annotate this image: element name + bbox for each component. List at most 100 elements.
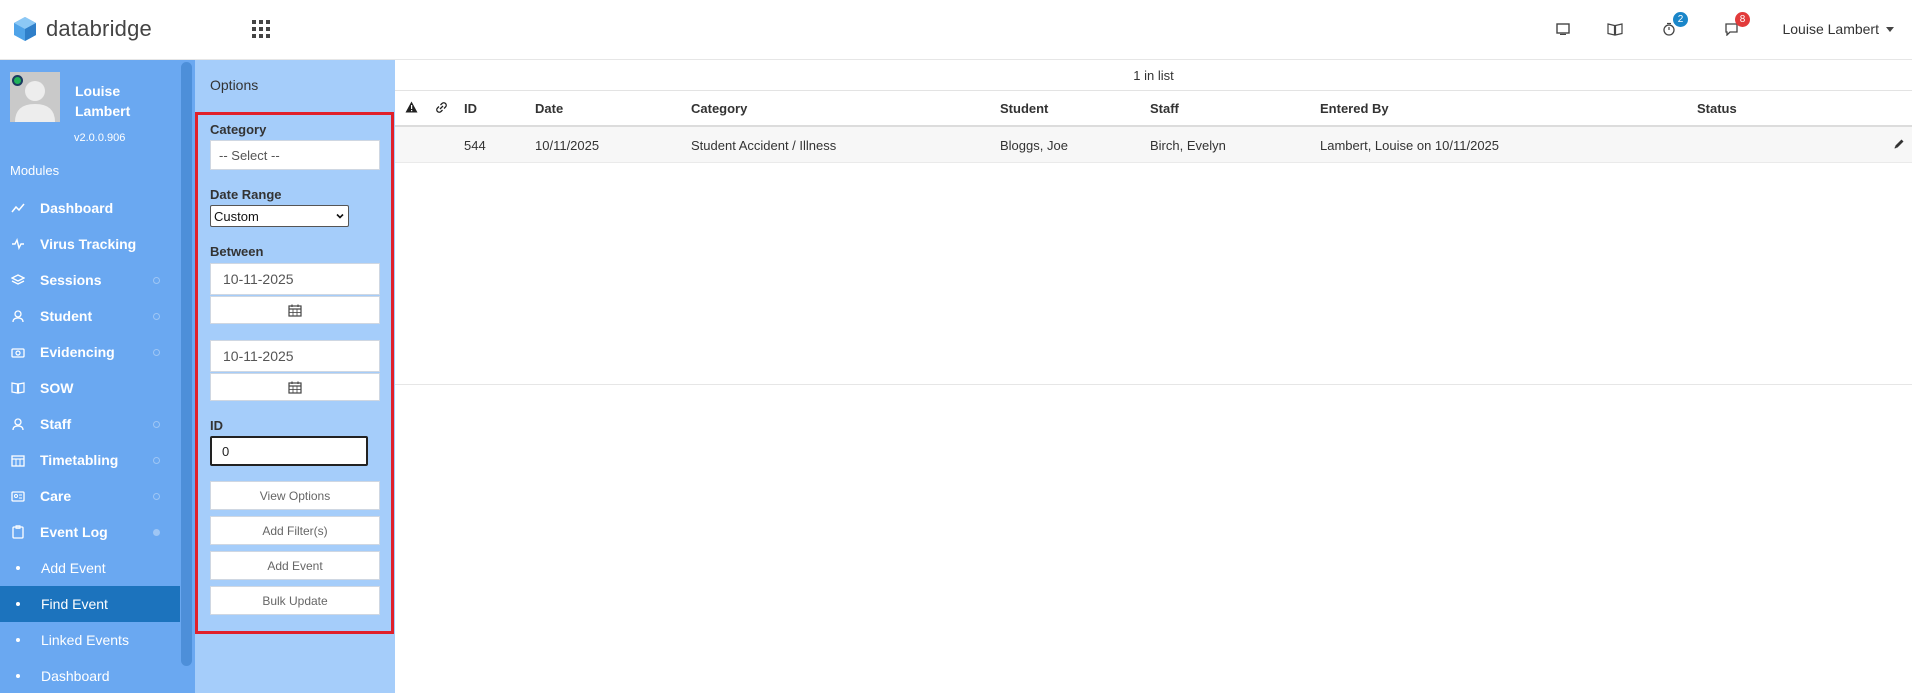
pulse-icon: [10, 236, 26, 252]
sidebar: Louise Lambert v2.0.0.906 Modules Dashbo…: [0, 60, 195, 693]
date-range-select[interactable]: Custom: [210, 205, 349, 227]
date-from-input[interactable]: 10-11-2025: [210, 263, 380, 295]
sidebar-item-sessions[interactable]: Sessions: [0, 262, 180, 298]
apps-grid-icon[interactable]: [252, 20, 270, 38]
sidebar-item-label: Care: [40, 488, 72, 504]
sidebar-scrollbar[interactable]: [181, 62, 192, 666]
column-header-id[interactable]: ID: [464, 101, 477, 116]
layers-icon: [10, 272, 26, 288]
category-select[interactable]: -- Select --: [210, 140, 380, 170]
cell-entered-by: Lambert, Louise on 10/11/2025: [1320, 138, 1500, 153]
sidebar-item-virus-tracking[interactable]: Virus Tracking: [0, 226, 180, 262]
date-range-select-value: Custom: [214, 208, 259, 224]
expand-dot-icon: [153, 457, 160, 464]
sidebar-subitem-label: Linked Events: [41, 632, 129, 648]
cell-date: 10/11/2025: [535, 138, 600, 153]
sidebar-item-label: Virus Tracking: [40, 236, 137, 252]
user-menu-name: Louise Lambert: [1782, 21, 1879, 37]
sidebar-item-care[interactable]: Care: [0, 478, 180, 514]
profile-name: Louise Lambert: [75, 83, 131, 119]
options-title: Options: [210, 77, 259, 93]
sidebar-subitem-dashboard[interactable]: Dashboard: [0, 658, 180, 693]
id-card-icon: [10, 488, 26, 504]
app-name: databridge: [46, 16, 152, 41]
sidebar-item-staff[interactable]: Staff: [0, 406, 180, 442]
expand-dot-icon: [153, 493, 160, 500]
date-to-input[interactable]: 10-11-2025: [210, 340, 380, 372]
monitor-icon[interactable]: [1552, 18, 1574, 40]
column-header-date[interactable]: Date: [535, 101, 563, 116]
view-options-button[interactable]: View Options: [210, 481, 380, 510]
bulk-update-button[interactable]: Bulk Update: [210, 586, 380, 615]
sidebar-item-timetabling[interactable]: Timetabling: [0, 442, 180, 478]
bullet-icon: [16, 566, 20, 570]
calendar-icon: [10, 452, 26, 468]
add-event-button[interactable]: Add Event: [210, 551, 380, 580]
sidebar-item-student[interactable]: Student: [0, 298, 180, 334]
sidebar-item-label: Staff: [40, 416, 72, 432]
column-header-status[interactable]: Status: [1697, 101, 1737, 116]
sidebar-item-label: Timetabling: [40, 452, 119, 468]
options-panel: Options Category -- Select -- Date Range…: [195, 60, 395, 693]
user-icon: [10, 308, 26, 324]
sidebar-subitem-add-event[interactable]: Add Event: [0, 550, 180, 586]
top-bar: databridge 2 8 Louise Lambert: [0, 0, 1912, 60]
sidebar-item-label: Event Log: [40, 524, 108, 540]
warning-icon[interactable]: [405, 101, 418, 116]
column-header-student[interactable]: Student: [1000, 101, 1048, 116]
expand-dot-icon: [153, 313, 160, 320]
modules-label: Modules: [10, 163, 60, 178]
chart-line-icon: [10, 200, 26, 216]
date-to-calendar-button[interactable]: [210, 373, 380, 401]
events-table: ID Date Category Student Staff Entered B…: [395, 91, 1912, 163]
app-logo[interactable]: databridge: [12, 16, 152, 42]
date-from-calendar-button[interactable]: [210, 296, 380, 324]
table-bottom-divider: [395, 384, 1912, 385]
category-select-value: -- Select --: [219, 147, 280, 163]
app-version: v2.0.0.906: [74, 132, 126, 144]
bullet-icon: [16, 602, 20, 606]
category-label: Category: [210, 122, 267, 137]
pencil-edit-icon[interactable]: [1893, 138, 1905, 153]
sidebar-subitem-linked-events[interactable]: Linked Events: [0, 622, 180, 658]
column-header-category[interactable]: Category: [691, 101, 747, 116]
sidebar-item-evidencing[interactable]: Evidencing: [0, 334, 180, 370]
messages-badge: 8: [1735, 12, 1750, 27]
column-header-entered-by[interactable]: Entered By: [1320, 101, 1389, 116]
camera-icon: [10, 344, 26, 360]
column-header-staff[interactable]: Staff: [1150, 101, 1179, 116]
cell-category: Student Accident / Illness: [691, 138, 837, 153]
date-from-value: 10-11-2025: [223, 271, 294, 287]
add-filters-button[interactable]: Add Filter(s): [210, 516, 380, 545]
sidebar-nav: Dashboard Virus Tracking Sessions Studen…: [0, 190, 180, 693]
list-count: 1 in list: [395, 60, 1912, 91]
date-range-label: Date Range: [210, 187, 282, 202]
id-input[interactable]: 0: [210, 436, 368, 466]
chat-icon[interactable]: 8: [1720, 12, 1750, 40]
caret-down-icon: [1886, 26, 1894, 32]
sidebar-item-event-log[interactable]: Event Log: [0, 514, 180, 550]
main-content: 1 in list ID Date Category Student Staff…: [395, 60, 1912, 693]
table-row[interactable]: 544 10/11/2025 Student Accident / Illnes…: [395, 127, 1912, 163]
timer-icon[interactable]: 2: [1658, 12, 1688, 40]
cell-id: 544: [464, 138, 486, 153]
id-input-value: 0: [222, 443, 230, 459]
sidebar-item-dashboard[interactable]: Dashboard: [0, 190, 180, 226]
sidebar-subitem-label: Add Event: [41, 560, 106, 576]
sidebar-item-label: Student: [40, 308, 93, 324]
expand-dot-icon: [153, 421, 160, 428]
sidebar-item-sow[interactable]: SOW: [0, 370, 180, 406]
expand-dot-icon: [153, 349, 160, 356]
link-icon[interactable]: [435, 101, 448, 117]
databridge-logo-icon: [14, 17, 36, 41]
chevron-down-icon: [336, 213, 344, 219]
book-open-icon[interactable]: [1604, 18, 1626, 40]
cell-staff: Birch, Evelyn: [1150, 138, 1226, 153]
sidebar-subitem-find-event[interactable]: Find Event: [0, 586, 180, 622]
user-menu[interactable]: Louise Lambert: [1782, 21, 1894, 37]
sidebar-item-label: Dashboard: [40, 200, 114, 216]
profile: Louise Lambert v2.0.0.906: [10, 72, 180, 144]
bullet-icon: [16, 638, 20, 642]
calendar-icon: [288, 304, 302, 317]
online-status-icon: [12, 75, 23, 86]
